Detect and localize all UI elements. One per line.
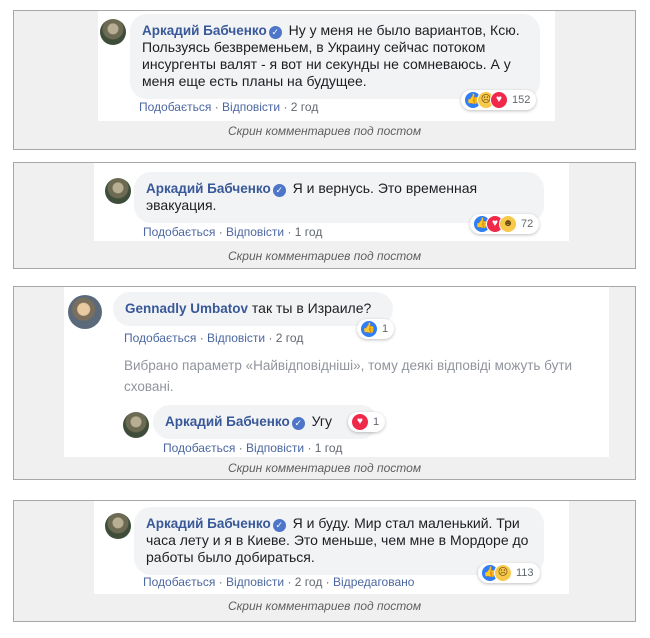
reply-link[interactable]: Відповісти — [226, 225, 284, 239]
comment-time[interactable]: 2 год — [291, 100, 319, 114]
like-link[interactable]: Подобається — [143, 575, 215, 589]
reply-text: Угу — [311, 413, 332, 429]
like-link[interactable]: Подобається — [143, 225, 215, 239]
comment-bubble: Gennadly Umbatov так ты в Израиле? — [113, 292, 393, 326]
reaction-count: 152 — [512, 94, 531, 106]
love-icon: ♥ — [490, 91, 508, 109]
reaction-count: 1 — [373, 416, 380, 428]
reply-link[interactable]: Відповісти — [246, 441, 304, 455]
screenshot-caption: Скрин комментариев под постом — [227, 599, 422, 613]
comment-time[interactable]: 2 год — [276, 331, 304, 345]
like-icon: 👍 — [360, 320, 378, 338]
comment-actions: Подобається · Відповісти · 2 год — [124, 331, 304, 345]
comment-actions: Подобається · Відповісти · 2 год — [139, 100, 319, 114]
verified-badge-icon: ✓ — [272, 519, 286, 532]
avatar[interactable] — [100, 19, 126, 45]
comment-bubble: Аркадий Бабченко ✓ Ну у меня не было вари… — [130, 14, 540, 99]
avatar[interactable] — [105, 178, 131, 204]
avatar[interactable] — [68, 295, 102, 329]
reply-actions: Подобається · Відповісти · 1 год — [163, 441, 343, 455]
reply-avatar[interactable] — [123, 412, 149, 438]
comment-time[interactable]: 1 год — [295, 225, 323, 239]
comment-author[interactable]: Аркадий Бабченко — [146, 181, 271, 196]
screenshot-caption: Скрин комментариев под постом — [227, 124, 422, 138]
like-link[interactable]: Подобається — [139, 100, 211, 114]
reply-link[interactable]: Відповісти — [222, 100, 280, 114]
edited-link[interactable]: Відредаговано — [333, 575, 414, 589]
reaction-count: 72 — [521, 218, 534, 230]
reactions-summary[interactable]: 👍 ☹ ♥ 152 — [461, 90, 537, 110]
comment-author[interactable]: Gennadly Umbatov — [125, 301, 248, 316]
reply-bubble: Аркадий Бабченко ✓ Угу — [153, 405, 378, 439]
comment-text: так ты в Израиле? — [251, 300, 372, 316]
reply-time[interactable]: 1 год — [315, 441, 343, 455]
comment-actions: Подобається · Відповісти · 2 год · Відре… — [143, 575, 415, 589]
screenshot-caption: Скрин комментариев под постом — [227, 249, 422, 263]
like-link[interactable]: Подобається — [124, 331, 196, 345]
reply-link[interactable]: Відповісти — [226, 575, 284, 589]
reply-reactions-summary[interactable]: ♥ 1 — [348, 412, 386, 432]
comment-author[interactable]: Аркадий Бабченко — [142, 23, 267, 38]
reactions-summary[interactable]: 👍 ♥ ☻ 72 — [470, 214, 540, 234]
filter-notice: Вибрано параметр «Найвідповідніші», тому… — [124, 358, 573, 394]
reaction-count: 113 — [516, 567, 534, 579]
like-link[interactable]: Подобається — [163, 441, 235, 455]
reactions-summary[interactable]: 👍 ☹ 113 — [478, 563, 540, 583]
haha-icon: ☻ — [499, 215, 517, 233]
screenshot-caption: Скрин комментариев под постом — [227, 461, 422, 475]
sad-icon: ☹ — [494, 564, 512, 582]
reactions-summary[interactable]: 👍 1 — [357, 319, 395, 339]
verified-badge-icon: ✓ — [268, 26, 282, 39]
reaction-count: 1 — [382, 323, 389, 335]
reply-author[interactable]: Аркадий Бабченко — [165, 414, 290, 429]
verified-badge-icon: ✓ — [291, 417, 305, 430]
love-icon: ♥ — [351, 413, 369, 431]
comment-author[interactable]: Аркадий Бабченко — [146, 516, 271, 531]
avatar[interactable] — [105, 513, 131, 539]
reply-link[interactable]: Відповісти — [207, 331, 265, 345]
comment-actions: Подобається · Відповісти · 1 год — [143, 225, 323, 239]
verified-badge-icon: ✓ — [272, 184, 286, 197]
comment-time[interactable]: 2 год — [295, 575, 323, 589]
